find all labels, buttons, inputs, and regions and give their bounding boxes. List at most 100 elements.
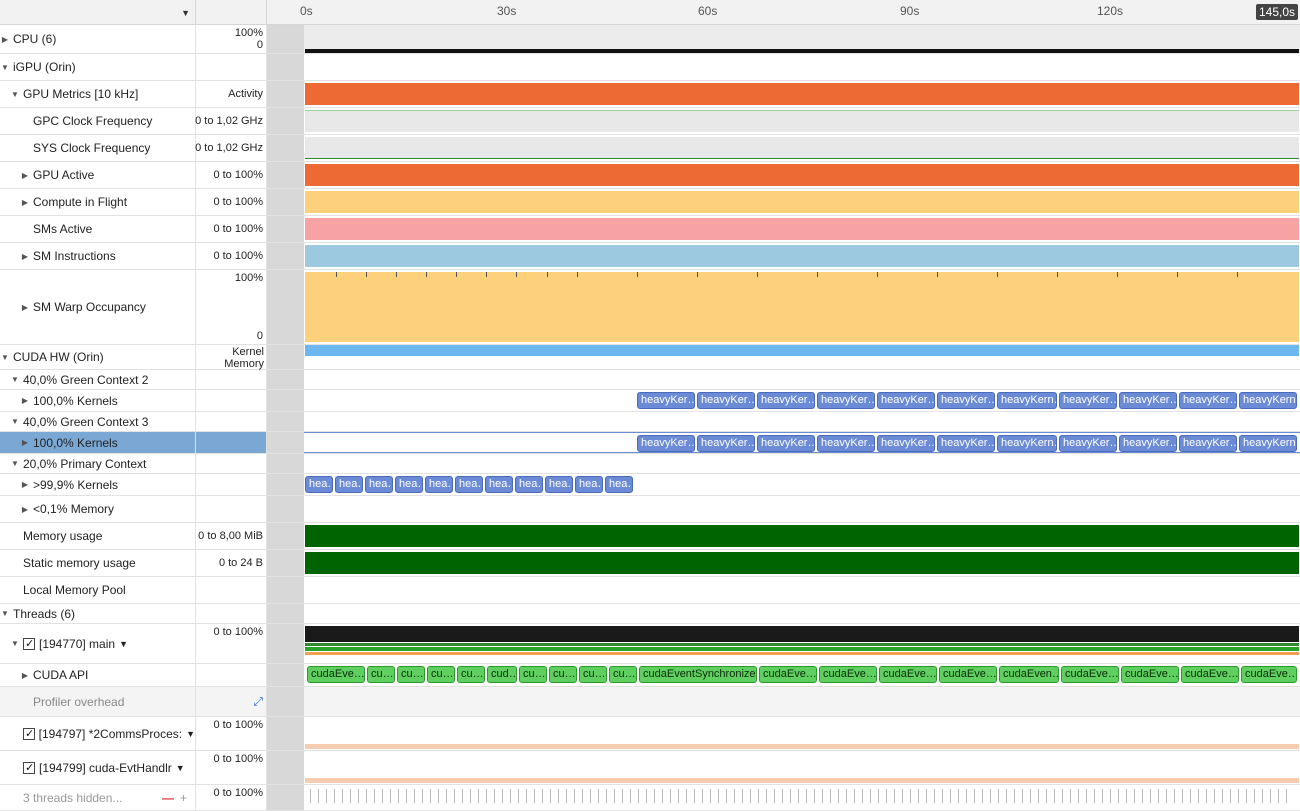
kernel-block[interactable]: heavyKer…: [637, 435, 695, 452]
row-primary-context[interactable]: ▼ 20,0% Primary Context: [0, 454, 1300, 474]
hidden-threads-track[interactable]: [304, 785, 1300, 810]
expand-icon[interactable]: ▶: [20, 505, 30, 514]
expand-icon[interactable]: ▶: [20, 671, 30, 680]
kernel-block[interactable]: heavyKern…: [1239, 392, 1297, 409]
cuda-api-call[interactable]: cudaEven…: [999, 666, 1059, 683]
sys-clock-track[interactable]: [304, 135, 1300, 161]
gpu-active-track[interactable]: [304, 162, 1300, 188]
expand-icon[interactable]: ▶: [20, 438, 30, 447]
cuda-api-call[interactable]: cu…: [397, 666, 425, 683]
expand-icon[interactable]: ▶: [20, 198, 30, 207]
kernel-block[interactable]: heavyKer…: [1059, 392, 1117, 409]
row-local-memory-pool[interactable]: Local Memory Pool: [0, 577, 1300, 604]
compute-flight-track[interactable]: [304, 189, 1300, 215]
cuda-api-call[interactable]: cudaEve…: [819, 666, 877, 683]
gpu-metrics-track[interactable]: [304, 81, 1300, 107]
cuda-api-call[interactable]: cudaEve…: [759, 666, 817, 683]
row-memory-usage[interactable]: Memory usage 0 to 8,00 MiB: [0, 523, 1300, 550]
row-gpc-clock[interactable]: GPC Clock Frequency 0 to 1,02 GHz: [0, 108, 1300, 135]
expand-icon[interactable]: ▶: [0, 35, 10, 44]
row-profiler-overhead[interactable]: Profiler overhead ⤢: [0, 687, 1300, 717]
kernel-block[interactable]: heavyKer…: [877, 435, 935, 452]
kernel-block[interactable]: hea…: [515, 476, 543, 493]
row-green-context-3[interactable]: ▼ 40,0% Green Context 3: [0, 412, 1300, 432]
evt-thread-track[interactable]: [304, 751, 1300, 784]
add-icon[interactable]: +: [180, 791, 187, 805]
cuda-api-call[interactable]: cu…: [367, 666, 395, 683]
kernel-block[interactable]: hea…: [575, 476, 603, 493]
cuda-api-track[interactable]: cudaEve… cu… cu… cu… cu… cud… cu… cu… cu… cu… cuda…: [304, 664, 1300, 686]
collapse-icon[interactable]: ▼: [0, 63, 10, 72]
kernel-block[interactable]: heavyKer…: [1179, 435, 1237, 452]
row-green-context-2[interactable]: ▼ 40,0% Green Context 2: [0, 370, 1300, 390]
kernel-block[interactable]: heavyKer…: [637, 392, 695, 409]
sm-instr-track[interactable]: [304, 243, 1300, 269]
kernel-block[interactable]: heavyKer…: [937, 435, 995, 452]
kernel-block[interactable]: hea…: [485, 476, 513, 493]
cuda-api-call[interactable]: cu…: [457, 666, 485, 683]
kernel-block[interactable]: heavyKer…: [817, 435, 875, 452]
cuda-api-call[interactable]: cud…: [487, 666, 517, 683]
row-primary-kernels[interactable]: ▶>99,9% Kernels hea…hea…hea…hea…hea…hea……: [0, 474, 1300, 496]
expand-icon[interactable]: ▶: [20, 303, 30, 312]
kernel-block[interactable]: hea…: [455, 476, 483, 493]
collapse-icon[interactable]: ▼: [10, 375, 20, 384]
cpu-track[interactable]: [304, 25, 1300, 53]
chevron-down-icon[interactable]: ▼: [119, 639, 128, 649]
kernel-block[interactable]: heavyKer…: [877, 392, 935, 409]
kernel-block[interactable]: heavyKer…: [937, 392, 995, 409]
collapse-icon[interactable]: ▼: [10, 639, 20, 648]
cuda-api-call[interactable]: cu…: [427, 666, 455, 683]
cuda-api-call[interactable]: cu…: [549, 666, 577, 683]
cuda-api-call[interactable]: cudaEve…: [1061, 666, 1119, 683]
row-gpu-active[interactable]: ▶ GPU Active 0 to 100%: [0, 162, 1300, 189]
chevron-down-icon[interactable]: ▼: [186, 729, 195, 739]
kernel-block[interactable]: heavyKer…: [1179, 392, 1237, 409]
row-hidden-threads[interactable]: 3 threads hidden... — + 0 to 100%: [0, 785, 1300, 811]
row-cpu[interactable]: ▶ CPU (6) 100% 0: [0, 25, 1300, 54]
kernel-block[interactable]: heavyKern…: [997, 435, 1057, 452]
kernel-block[interactable]: heavyKer…: [1119, 392, 1177, 409]
kernel-block[interactable]: heavyKer…: [757, 435, 815, 452]
collapse-icon[interactable]: ▼: [10, 459, 20, 468]
row-compute-in-flight[interactable]: ▶ Compute in Flight 0 to 100%: [0, 189, 1300, 216]
gc3-kernels-track[interactable]: heavyKer… heavyKer… heavyKer… heavyKer… heav…: [304, 432, 1300, 453]
kernel-block[interactable]: hea…: [545, 476, 573, 493]
kernel-block[interactable]: heavyKer…: [817, 392, 875, 409]
row-thread-comms[interactable]: [194797] *2CommsProces:▼ 0 to 100%: [0, 717, 1300, 751]
kernel-block[interactable]: heavyKer…: [697, 392, 755, 409]
cuda-api-call[interactable]: cudaEve…: [879, 666, 937, 683]
collapse-icon[interactable]: ▼: [10, 90, 20, 99]
expand-arrows-icon[interactable]: ⤢: [253, 694, 263, 709]
cuda-hw-track[interactable]: [304, 345, 1300, 369]
kernel-block[interactable]: hea…: [395, 476, 423, 493]
cuda-api-call[interactable]: cu…: [579, 666, 607, 683]
expand-icon[interactable]: ▶: [20, 252, 30, 261]
memory-usage-track[interactable]: [304, 523, 1300, 549]
row-primary-memory[interactable]: ▶ <0,1% Memory: [0, 496, 1300, 523]
cuda-api-call[interactable]: cudaEve…: [1121, 666, 1179, 683]
chevron-down-icon[interactable]: ▼: [176, 763, 185, 773]
sms-active-track[interactable]: [304, 216, 1300, 242]
kernel-block[interactable]: hea…: [605, 476, 633, 493]
row-sys-clock[interactable]: SYS Clock Frequency 0 to 1,02 GHz: [0, 135, 1300, 162]
cuda-api-call[interactable]: cudaEve…: [939, 666, 997, 683]
primary-kernels-track[interactable]: hea…hea…hea…hea…hea…hea…hea…hea…hea…hea……: [304, 474, 1300, 495]
kernel-block[interactable]: heavyKern…: [997, 392, 1057, 409]
expand-icon[interactable]: ▶: [20, 480, 30, 489]
row-cuda-hw[interactable]: ▼ CUDA HW (Orin) Kernel Memory: [0, 345, 1300, 370]
kernel-block[interactable]: hea…: [365, 476, 393, 493]
row-cuda-api[interactable]: ▶ CUDA API cudaEve… cu… cu… cu… cu… cud… cu… cu……: [0, 664, 1300, 687]
kernel-block[interactable]: heavyKer…: [1119, 435, 1177, 452]
kernel-block[interactable]: hea…: [305, 476, 333, 493]
comms-thread-track[interactable]: [304, 717, 1300, 750]
row-filter-dropdown[interactable]: ▼: [0, 0, 196, 25]
remove-icon[interactable]: —: [162, 791, 174, 805]
sm-warp-track[interactable]: [304, 270, 1300, 344]
thread-checkbox[interactable]: [23, 727, 35, 740]
kernel-block[interactable]: heavyKer…: [757, 392, 815, 409]
row-igpu[interactable]: ▼ iGPU (Orin): [0, 54, 1300, 81]
static-memory-track[interactable]: [304, 550, 1300, 576]
kernel-block[interactable]: heavyKer…: [697, 435, 755, 452]
collapse-icon[interactable]: ▼: [0, 353, 10, 362]
